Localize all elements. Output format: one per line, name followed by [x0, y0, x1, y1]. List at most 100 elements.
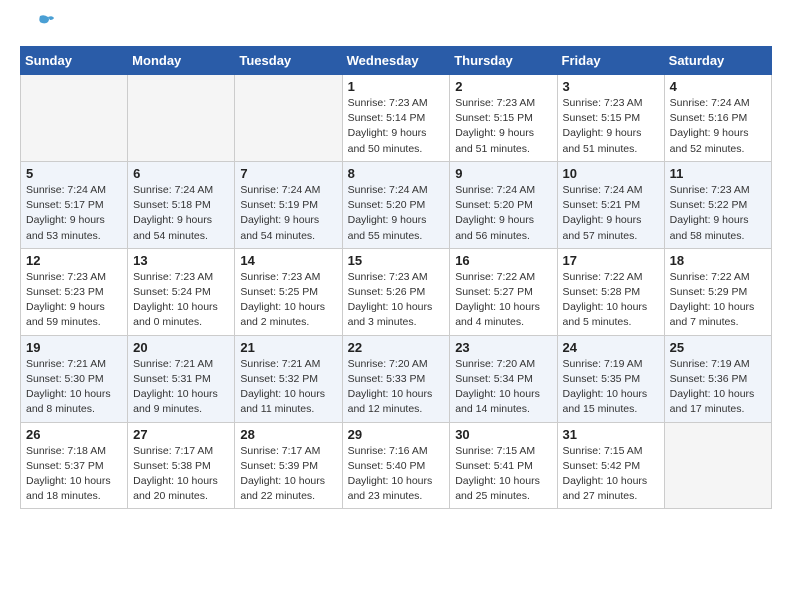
calendar-cell: 13 Sunrise: 7:23 AM Sunset: 5:24 PM Dayli…: [128, 248, 235, 335]
day-info: Sunrise: 7:24 AM Sunset: 5:16 PM Dayligh…: [670, 96, 766, 157]
day-info: Sunrise: 7:17 AM Sunset: 5:39 PM Dayligh…: [240, 444, 336, 505]
day-info: Sunrise: 7:20 AM Sunset: 5:34 PM Dayligh…: [455, 357, 551, 418]
day-number: 31: [563, 427, 659, 442]
day-info: Sunrise: 7:15 AM Sunset: 5:41 PM Dayligh…: [455, 444, 551, 505]
day-info: Sunrise: 7:23 AM Sunset: 5:23 PM Dayligh…: [26, 270, 122, 331]
day-number: 7: [240, 166, 336, 181]
day-info: Sunrise: 7:23 AM Sunset: 5:15 PM Dayligh…: [455, 96, 551, 157]
logo: [20, 16, 54, 36]
weekday-header-thursday: Thursday: [450, 47, 557, 75]
day-info: Sunrise: 7:21 AM Sunset: 5:30 PM Dayligh…: [26, 357, 122, 418]
weekday-header-tuesday: Tuesday: [235, 47, 342, 75]
day-info: Sunrise: 7:18 AM Sunset: 5:37 PM Dayligh…: [26, 444, 122, 505]
day-number: 21: [240, 340, 336, 355]
day-info: Sunrise: 7:24 AM Sunset: 5:21 PM Dayligh…: [563, 183, 659, 244]
calendar-cell: 7 Sunrise: 7:24 AM Sunset: 5:19 PM Daylig…: [235, 161, 342, 248]
calendar-cell: 3Sunrise: 7:23 AM Sunset: 5:15 PM Daylig…: [557, 75, 664, 162]
day-number: 11: [670, 166, 766, 181]
day-number: 4: [670, 79, 766, 94]
calendar-cell: 12 Sunrise: 7:23 AM Sunset: 5:23 PM Dayli…: [21, 248, 128, 335]
day-info: Sunrise: 7:22 AM Sunset: 5:29 PM Dayligh…: [670, 270, 766, 331]
day-number: 25: [670, 340, 766, 355]
day-number: 30: [455, 427, 551, 442]
page-container: SundayMondayTuesdayWednesdayThursdayFrid…: [0, 0, 792, 525]
day-info: Sunrise: 7:21 AM Sunset: 5:31 PM Dayligh…: [133, 357, 229, 418]
day-number: 24: [563, 340, 659, 355]
day-number: 22: [348, 340, 445, 355]
day-number: 9: [455, 166, 551, 181]
calendar-cell: 18 Sunrise: 7:22 AM Sunset: 5:29 PM Dayli…: [664, 248, 771, 335]
day-number: 26: [26, 427, 122, 442]
day-info: Sunrise: 7:22 AM Sunset: 5:28 PM Dayligh…: [563, 270, 659, 331]
calendar-cell: 5Sunrise: 7:24 AM Sunset: 5:17 PM Daylig…: [21, 161, 128, 248]
calendar-cell: 27Sunrise: 7:17 AM Sunset: 5:38 PM Dayli…: [128, 422, 235, 509]
day-info: Sunrise: 7:23 AM Sunset: 5:15 PM Dayligh…: [563, 96, 659, 157]
day-info: Sunrise: 7:24 AM Sunset: 5:20 PM Dayligh…: [348, 183, 445, 244]
calendar-cell: 19 Sunrise: 7:21 AM Sunset: 5:30 PM Dayli…: [21, 335, 128, 422]
day-number: 19: [26, 340, 122, 355]
calendar-cell: 30 Sunrise: 7:15 AM Sunset: 5:41 PM Dayli…: [450, 422, 557, 509]
calendar-cell: 6 Sunrise: 7:24 AM Sunset: 5:18 PM Daylig…: [128, 161, 235, 248]
header: [20, 16, 772, 36]
day-info: Sunrise: 7:19 AM Sunset: 5:35 PM Dayligh…: [563, 357, 659, 418]
calendar-cell: 9 Sunrise: 7:24 AM Sunset: 5:20 PM Daylig…: [450, 161, 557, 248]
calendar-cell: 22 Sunrise: 7:20 AM Sunset: 5:33 PM Dayli…: [342, 335, 450, 422]
week-row-1: 1Sunrise: 7:23 AM Sunset: 5:14 PM Daylig…: [21, 75, 772, 162]
day-info: Sunrise: 7:24 AM Sunset: 5:20 PM Dayligh…: [455, 183, 551, 244]
day-number: 5: [26, 166, 122, 181]
day-info: Sunrise: 7:23 AM Sunset: 5:14 PM Dayligh…: [348, 96, 445, 157]
day-info: Sunrise: 7:23 AM Sunset: 5:22 PM Dayligh…: [670, 183, 766, 244]
calendar-cell: 10 Sunrise: 7:24 AM Sunset: 5:21 PM Dayli…: [557, 161, 664, 248]
day-number: 28: [240, 427, 336, 442]
calendar-cell: [21, 75, 128, 162]
day-info: Sunrise: 7:23 AM Sunset: 5:24 PM Dayligh…: [133, 270, 229, 331]
day-number: 13: [133, 253, 229, 268]
day-number: 8: [348, 166, 445, 181]
week-row-2: 5Sunrise: 7:24 AM Sunset: 5:17 PM Daylig…: [21, 161, 772, 248]
day-number: 14: [240, 253, 336, 268]
calendar-cell: 16 Sunrise: 7:22 AM Sunset: 5:27 PM Dayli…: [450, 248, 557, 335]
day-info: Sunrise: 7:16 AM Sunset: 5:40 PM Dayligh…: [348, 444, 445, 505]
calendar-cell: 25 Sunrise: 7:19 AM Sunset: 5:36 PM Dayli…: [664, 335, 771, 422]
week-row-5: 26 Sunrise: 7:18 AM Sunset: 5:37 PM Dayli…: [21, 422, 772, 509]
day-info: Sunrise: 7:19 AM Sunset: 5:36 PM Dayligh…: [670, 357, 766, 418]
day-number: 10: [563, 166, 659, 181]
calendar-cell: 1Sunrise: 7:23 AM Sunset: 5:14 PM Daylig…: [342, 75, 450, 162]
calendar-cell: 17Sunrise: 7:22 AM Sunset: 5:28 PM Dayli…: [557, 248, 664, 335]
day-number: 15: [348, 253, 445, 268]
weekday-header-sunday: Sunday: [21, 47, 128, 75]
calendar-cell: 8 Sunrise: 7:24 AM Sunset: 5:20 PM Daylig…: [342, 161, 450, 248]
day-info: Sunrise: 7:20 AM Sunset: 5:33 PM Dayligh…: [348, 357, 445, 418]
day-info: Sunrise: 7:15 AM Sunset: 5:42 PM Dayligh…: [563, 444, 659, 505]
weekday-header-saturday: Saturday: [664, 47, 771, 75]
day-info: Sunrise: 7:24 AM Sunset: 5:18 PM Dayligh…: [133, 183, 229, 244]
day-info: Sunrise: 7:17 AM Sunset: 5:38 PM Dayligh…: [133, 444, 229, 505]
logo-bird-icon: [26, 14, 54, 36]
calendar-cell: 15Sunrise: 7:23 AM Sunset: 5:26 PM Dayli…: [342, 248, 450, 335]
day-info: Sunrise: 7:24 AM Sunset: 5:19 PM Dayligh…: [240, 183, 336, 244]
calendar-cell: 14 Sunrise: 7:23 AM Sunset: 5:25 PM Dayli…: [235, 248, 342, 335]
day-number: 18: [670, 253, 766, 268]
calendar-cell: [128, 75, 235, 162]
calendar-cell: [664, 422, 771, 509]
weekday-header-friday: Friday: [557, 47, 664, 75]
day-info: Sunrise: 7:22 AM Sunset: 5:27 PM Dayligh…: [455, 270, 551, 331]
week-row-3: 12 Sunrise: 7:23 AM Sunset: 5:23 PM Dayli…: [21, 248, 772, 335]
day-number: 6: [133, 166, 229, 181]
day-number: 2: [455, 79, 551, 94]
day-info: Sunrise: 7:23 AM Sunset: 5:25 PM Dayligh…: [240, 270, 336, 331]
calendar-cell: 24 Sunrise: 7:19 AM Sunset: 5:35 PM Dayli…: [557, 335, 664, 422]
calendar-table: SundayMondayTuesdayWednesdayThursdayFrid…: [20, 46, 772, 509]
day-number: 23: [455, 340, 551, 355]
calendar-cell: [235, 75, 342, 162]
weekday-header-wednesday: Wednesday: [342, 47, 450, 75]
day-number: 16: [455, 253, 551, 268]
week-row-4: 19 Sunrise: 7:21 AM Sunset: 5:30 PM Dayli…: [21, 335, 772, 422]
day-number: 20: [133, 340, 229, 355]
calendar-cell: 28 Sunrise: 7:17 AM Sunset: 5:39 PM Dayli…: [235, 422, 342, 509]
calendar-cell: 26 Sunrise: 7:18 AM Sunset: 5:37 PM Dayli…: [21, 422, 128, 509]
day-number: 29: [348, 427, 445, 442]
calendar-cell: 11 Sunrise: 7:23 AM Sunset: 5:22 PM Dayli…: [664, 161, 771, 248]
day-number: 12: [26, 253, 122, 268]
calendar-cell: 31 Sunrise: 7:15 AM Sunset: 5:42 PM Dayli…: [557, 422, 664, 509]
